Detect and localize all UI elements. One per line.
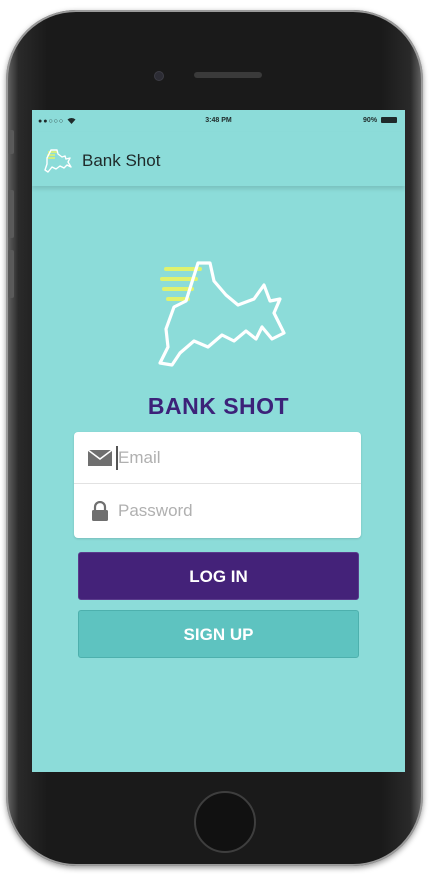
app-title: Bank Shot bbox=[82, 151, 161, 170]
envelope-icon bbox=[87, 449, 113, 466]
home-button[interactable] bbox=[194, 791, 256, 853]
status-bar: ●●○○○ 3:48 PM 90% bbox=[32, 110, 405, 132]
battery-status: 90% bbox=[363, 117, 397, 124]
lock-icon bbox=[92, 501, 108, 521]
email-input[interactable] bbox=[116, 443, 351, 473]
email-field[interactable] bbox=[74, 432, 361, 484]
earpiece-speaker bbox=[194, 72, 262, 78]
app-screen: ●●○○○ 3:48 PM 90% Bank Shot BANK SHOT Em… bbox=[32, 110, 405, 772]
mute-switch bbox=[8, 130, 14, 154]
volume-up-button bbox=[8, 190, 14, 238]
front-camera bbox=[154, 71, 164, 81]
password-field[interactable] bbox=[74, 485, 361, 537]
rhino-logo-icon bbox=[44, 149, 72, 173]
login-button[interactable]: LOG IN bbox=[78, 552, 359, 600]
signup-button[interactable]: SIGN UP bbox=[78, 610, 359, 658]
login-form bbox=[74, 432, 361, 538]
battery-percent: 90% bbox=[363, 117, 378, 124]
battery-icon bbox=[381, 117, 397, 123]
rhino-logo bbox=[158, 261, 286, 367]
brand-name: BANK SHOT bbox=[147, 393, 290, 419]
password-input[interactable] bbox=[116, 496, 351, 526]
app-bar: Bank Shot bbox=[32, 132, 405, 186]
status-time: 3:48 PM bbox=[205, 117, 232, 124]
volume-down-button bbox=[8, 250, 14, 298]
